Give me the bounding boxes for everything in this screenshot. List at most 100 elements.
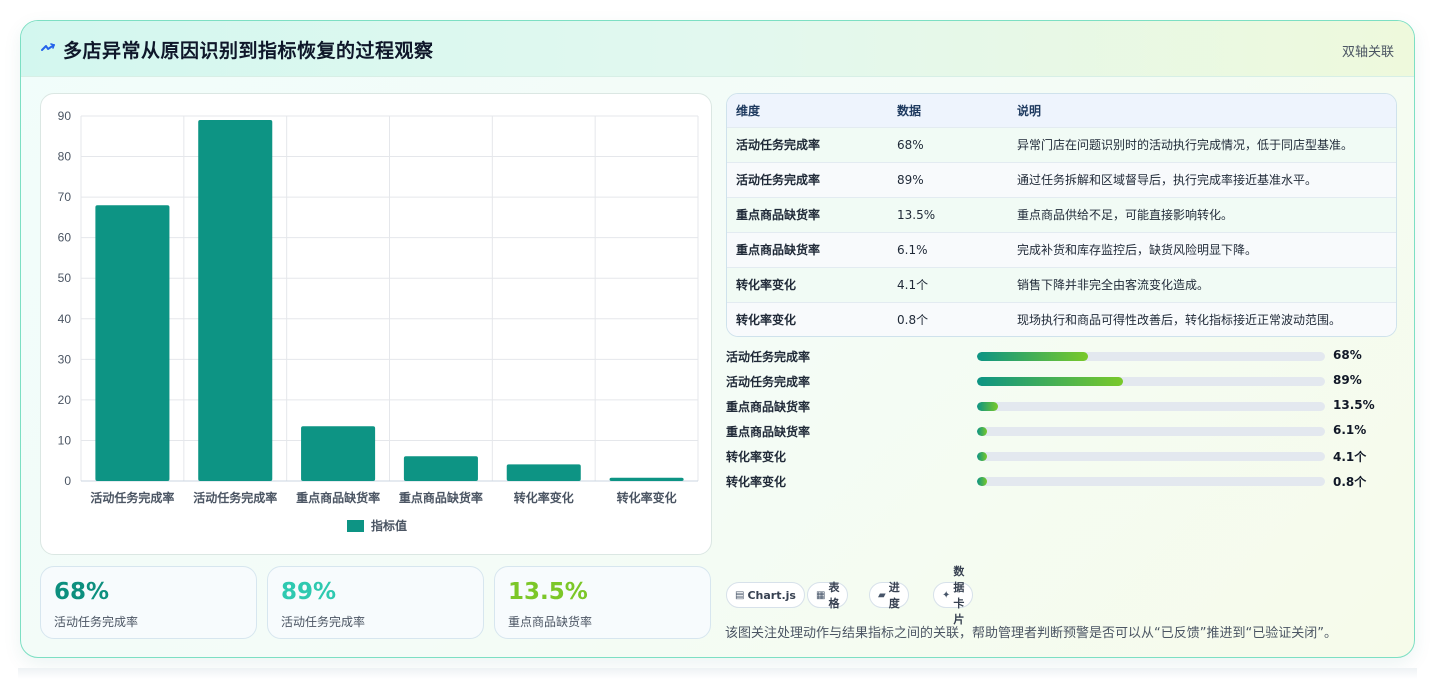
y-tick-label: 60: [58, 231, 72, 245]
pill-label: Chart.js: [747, 588, 796, 602]
table-cell-data: 0.8个: [897, 313, 929, 328]
chart-js-icon: ▤: [735, 589, 745, 601]
progress-icon: ▰: [878, 589, 886, 601]
pill-label: 表格: [828, 581, 840, 610]
table-cell-dimension: 转化率变化: [736, 278, 797, 292]
table-row: 重点商品缺货率 13.5% 重点商品供给不足，可能直接影响转化。: [727, 197, 1396, 232]
progress-label: 转化率变化: [726, 450, 787, 464]
x-tick-label: 重点商品缺货率: [296, 490, 380, 505]
progress-row: 转化率变化 0.8个: [726, 473, 1386, 489]
page-title: 多店异常从原因识别到指标恢复的过程观察: [63, 40, 434, 62]
kpi-label: 活动任务完成率: [281, 615, 366, 629]
table-cell-dimension: 重点商品缺货率: [736, 208, 821, 222]
kpi-value: 89%: [281, 579, 337, 605]
x-tick-label: 活动任务完成率: [90, 490, 174, 505]
lightning-icon: [41, 43, 56, 51]
progress-fill: [977, 352, 1089, 361]
progress-value: 6.1%: [1333, 423, 1367, 437]
kpi-label: 活动任务完成率: [54, 615, 139, 629]
kpi-card: 13.5% 重点商品缺货率: [494, 566, 711, 639]
view-pill-chart-js[interactable]: ▤ Chart.js: [726, 582, 805, 608]
progress-row: 活动任务完成率 68%: [726, 348, 1386, 364]
page-bottom-shadow: [18, 668, 1417, 679]
view-pill-progress[interactable]: ▰ 进度: [869, 581, 909, 610]
kpi-label: 重点商品缺货率: [508, 615, 593, 629]
progress-row: 重点商品缺货率 13.5%: [726, 398, 1386, 414]
progress-track: [977, 377, 1325, 386]
table-cell-description: 现场执行和商品可得性改善后，转化指标接近正常波动范围。: [1017, 313, 1342, 328]
chart-footnote: 该图关注处理动作与结果指标之间的关联，帮助管理者判断预警是否可以从“已反馈”推进…: [725, 626, 1337, 641]
x-tick-label: 转化率变化: [514, 490, 574, 505]
progress-track: [977, 477, 1325, 486]
legend-swatch: [347, 520, 364, 532]
pill-label: 数据卡片: [953, 565, 965, 626]
kpi-card: 68% 活动任务完成率: [40, 566, 257, 639]
chart-bar: [609, 477, 684, 481]
y-tick-label: 10: [58, 433, 72, 447]
chart-bar: [506, 464, 581, 481]
progress-value: 13.5%: [1333, 398, 1375, 412]
progress-label: 重点商品缺货率: [726, 400, 811, 414]
pill-label: 进度: [888, 581, 900, 610]
view-pill-table[interactable]: ▦ 表格: [807, 581, 849, 610]
chart-bar: [301, 426, 376, 481]
progress-fill: [977, 452, 988, 461]
table-header-data: 数据: [897, 103, 922, 118]
progress-label: 重点商品缺货率: [726, 425, 811, 439]
x-tick-label: 转化率变化: [617, 490, 677, 505]
progress-fill: [977, 377, 1124, 386]
table-cell-description: 通过任务拆解和区域督导后，执行完成率接近基准水平。: [1017, 173, 1318, 187]
progress-fill: [977, 427, 988, 436]
chart-bar: [403, 456, 478, 481]
bar-chart: 0 10 20 30 40 50 60 70 80 90 活动任务完成率 活动任务完成率 重点商品缺货率…: [58, 109, 699, 533]
table-cell-dimension: 活动任务完成率: [736, 173, 821, 187]
progress-label: 活动任务完成率: [726, 350, 811, 364]
progress-value: 0.8个: [1333, 475, 1367, 489]
table-cell-dimension: 活动任务完成率: [736, 138, 821, 152]
y-tick-label: 80: [58, 150, 72, 164]
progress-track: [977, 427, 1325, 436]
table-cell-data: 68%: [897, 137, 924, 152]
y-tick-label: 40: [58, 312, 72, 326]
table-row: 重点商品缺货率 6.1% 完成补货和库存监控后，缺货风险明显下降。: [727, 232, 1396, 267]
sparkle-icon: ✦: [942, 589, 951, 601]
progress-track: [977, 352, 1325, 361]
chart-bar: [95, 205, 170, 481]
table-cell-data: 4.1个: [897, 278, 929, 292]
table-cell-description: 完成补货和库存监控后，缺货风险明显下降。: [1017, 243, 1258, 257]
x-tick-label: 重点商品缺货率: [399, 490, 483, 505]
table-cell-data: 89%: [897, 172, 924, 187]
table-cell-dimension: 重点商品缺货率: [736, 243, 821, 257]
kpi-value: 13.5%: [508, 579, 588, 605]
legend-label: 指标值: [371, 518, 407, 533]
table-cell-data: 13.5%: [897, 207, 936, 222]
table-cell-description: 异常门店在问题识别时的活动执行完成情况，低于同店型基准。: [1017, 138, 1354, 152]
progress-label: 活动任务完成率: [726, 375, 811, 389]
table-row: 转化率变化 4.1个 销售下降并非完全由客流变化造成。: [727, 267, 1396, 302]
dual-axis-link[interactable]: 双轴关联: [1342, 41, 1394, 60]
table-header-dimension: 维度: [736, 103, 761, 118]
card-header: 多店异常从原因识别到指标恢复的过程观察 双轴关联: [21, 21, 1414, 77]
progress-row: 重点商品缺货率 6.1%: [726, 423, 1386, 439]
progress-row: 转化率变化 4.1个: [726, 448, 1386, 464]
table-cell-data: 6.1%: [897, 242, 928, 257]
table-icon: ▦: [816, 589, 826, 601]
progress-track: [977, 452, 1325, 461]
progress-row: 活动任务完成率 89%: [726, 373, 1386, 389]
table-cell-description: 销售下降并非完全由客流变化造成。: [1017, 278, 1210, 292]
y-tick-label: 20: [58, 393, 72, 407]
table-cell-description: 重点商品供给不足，可能直接影响转化。: [1017, 208, 1234, 222]
y-tick-label: 50: [58, 271, 72, 285]
y-tick-label: 30: [58, 352, 72, 366]
table-row: 活动任务完成率 89% 通过任务拆解和区域督导后，执行完成率接近基准水平。: [727, 162, 1396, 197]
data-table: 维度 数据 说明 活动任务完成率 68% 异常门店在问题识别时的活动执行完成情况…: [726, 93, 1397, 337]
table-row: 活动任务完成率 68% 异常门店在问题识别时的活动执行完成情况，低于同店型基准。: [727, 127, 1396, 162]
progress-value: 4.1个: [1333, 450, 1367, 464]
bar-chart-panel: 0 10 20 30 40 50 60 70 80 90 活动任务完成率 活动任务完成率 重点商品缺货率…: [40, 93, 712, 555]
y-tick-label: 0: [64, 474, 71, 488]
progress-value: 68%: [1333, 348, 1362, 362]
table-cell-dimension: 转化率变化: [736, 313, 797, 328]
y-tick-label: 70: [58, 190, 72, 204]
y-tick-label: 90: [58, 109, 72, 123]
view-pill-sparkle[interactable]: ✦ 数据卡片: [933, 565, 974, 626]
